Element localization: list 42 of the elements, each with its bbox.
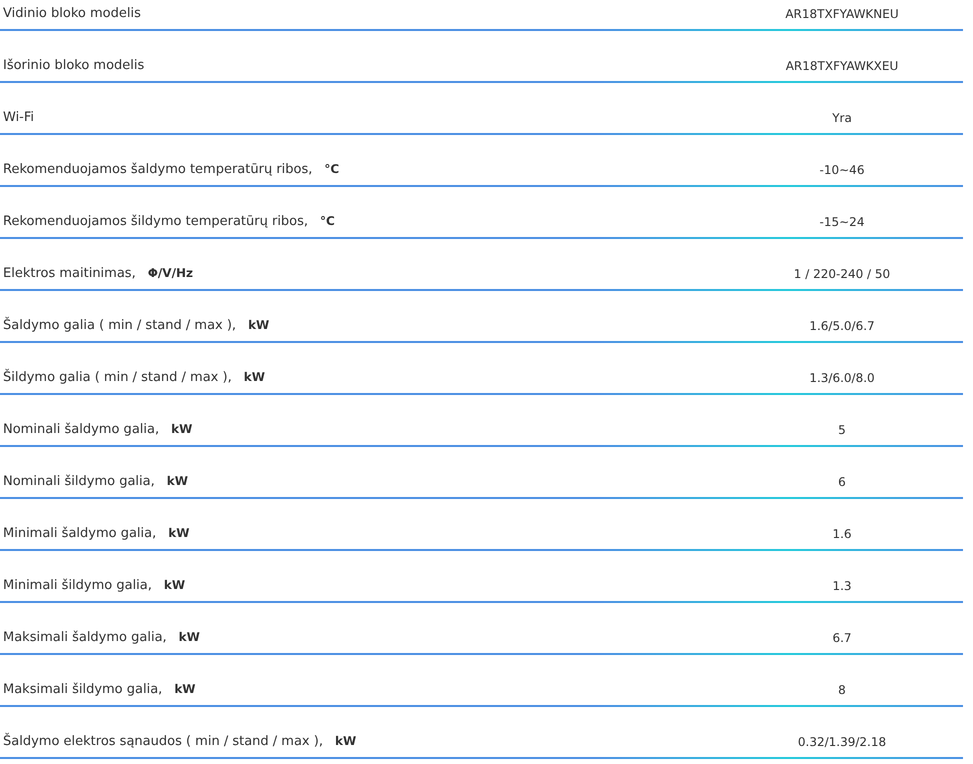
spec-label: Nominali šildymo galia, bbox=[3, 474, 155, 489]
spec-value: 1 / 220-240 / 50 bbox=[794, 267, 890, 281]
spec-value: 5 bbox=[838, 423, 846, 437]
spec-unit: kW bbox=[178, 630, 200, 644]
spec-value: AR18TXFYAWKXEU bbox=[786, 59, 898, 73]
spec-label: Vidinio bloko modelis bbox=[3, 6, 141, 21]
spec-unit: °C bbox=[320, 214, 335, 228]
spec-value: 0.32/1.39/2.18 bbox=[798, 735, 886, 749]
spec-label: Šaldymo elektros sąnaudos ( min / stand / max ), bbox=[3, 734, 323, 749]
spec-unit: kW bbox=[244, 370, 265, 384]
spec-unit: kW bbox=[174, 682, 196, 696]
spec-label: Išorinio bloko modelis bbox=[3, 58, 144, 73]
spec-value: 1.3 bbox=[832, 579, 852, 593]
spec-value: AR18TXFYAWKNEU bbox=[785, 7, 899, 21]
spec-unit: kW bbox=[166, 474, 188, 488]
spec-label: Wi-Fi bbox=[3, 110, 34, 125]
spec-label: Minimali šildymo galia, bbox=[3, 578, 152, 593]
spec-unit: kW bbox=[168, 526, 190, 540]
spec-value: 1.3/6.0/8.0 bbox=[809, 371, 875, 385]
spec-value: 8 bbox=[838, 683, 846, 697]
spec-label: Elektros maitinimas, bbox=[3, 266, 136, 281]
spec-unit: kW bbox=[248, 318, 270, 332]
spec-value: 1.6/5.0/6.7 bbox=[809, 319, 875, 333]
spec-label: Rekomenduojamos šildymo temperatūrų ribos, bbox=[3, 214, 308, 229]
spec-unit: kW bbox=[171, 422, 192, 436]
spec-label: Minimali šaldymo galia, bbox=[3, 526, 156, 541]
spec-label: Šaldymo galia ( min / stand / max ), bbox=[3, 318, 236, 333]
spec-label: Nominali šaldymo galia, bbox=[3, 422, 160, 437]
spec-label: Maksimali šaldymo galia, bbox=[3, 630, 167, 645]
spec-label: Rekomenduojamos šaldymo temperatūrų ribos, bbox=[3, 162, 312, 177]
spec-unit: kW bbox=[334, 734, 356, 748]
spec-value: Yra bbox=[832, 111, 852, 125]
spec-label: Maksimali šildymo galia, bbox=[3, 682, 162, 697]
spec-unit: kW bbox=[164, 578, 186, 592]
spec-value: 6 bbox=[838, 475, 846, 489]
spec-label: Šildymo galia ( min / stand / max ), bbox=[3, 370, 232, 385]
spec-value: 1.6 bbox=[832, 527, 852, 541]
spec-value: 6.7 bbox=[832, 631, 852, 645]
spec-value: -15~24 bbox=[820, 215, 864, 229]
spec-unit: °C bbox=[324, 162, 340, 176]
spec-unit: Φ/V/Hz bbox=[148, 266, 193, 280]
spec-value: -10~46 bbox=[820, 163, 864, 177]
